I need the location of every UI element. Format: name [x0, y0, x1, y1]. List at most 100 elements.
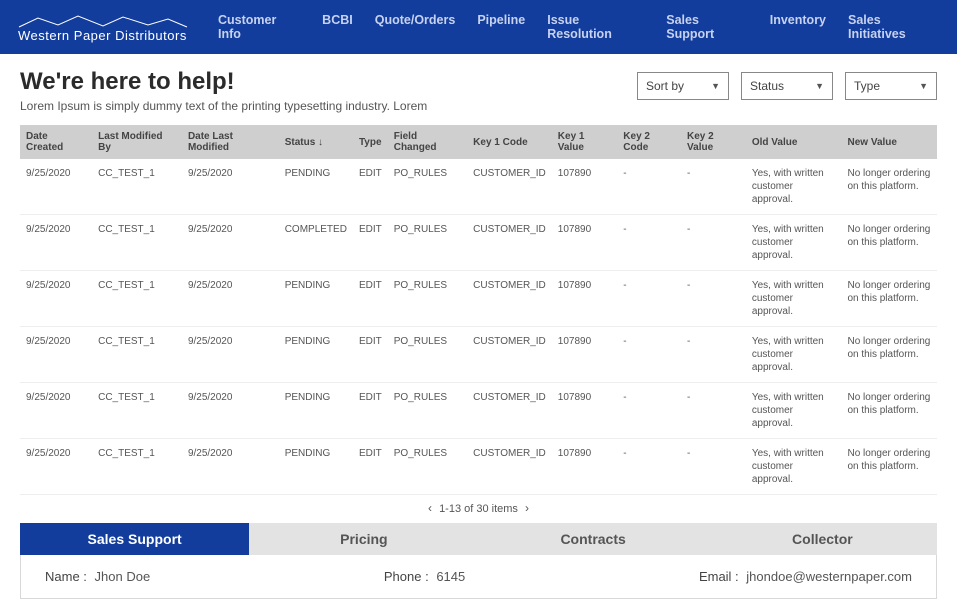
cell-new: No longer ordering on this platform.: [842, 159, 938, 215]
col-date-created[interactable]: Date Created: [20, 125, 92, 159]
cell-mod: 9/25/2020: [182, 215, 279, 271]
cell-date: 9/25/2020: [20, 271, 92, 327]
cell-k2v: -: [681, 439, 746, 495]
nav-sales-support[interactable]: Sales Support: [666, 13, 748, 41]
cell-new: No longer ordering on this platform.: [842, 215, 938, 271]
cell-new: No longer ordering on this platform.: [842, 439, 938, 495]
col-key2-code[interactable]: Key 2 Code: [617, 125, 681, 159]
cell-old: Yes, with written customer approval.: [746, 159, 842, 215]
col-new-value[interactable]: New Value: [842, 125, 938, 159]
cell-old: Yes, with written customer approval.: [746, 439, 842, 495]
cell-type: EDIT: [353, 159, 388, 215]
nav-sales-initiatives[interactable]: Sales Initiatives: [848, 13, 939, 41]
cell-mod: 9/25/2020: [182, 383, 279, 439]
cell-date: 9/25/2020: [20, 159, 92, 215]
chevron-down-icon: ▼: [711, 81, 720, 91]
cell-k1c: CUSTOMER_ID: [467, 271, 552, 327]
cell-date: 9/25/2020: [20, 215, 92, 271]
col-key1-value[interactable]: Key 1 Value: [552, 125, 618, 159]
col-status[interactable]: Status ↓: [279, 125, 353, 159]
cell-field: PO_RULES: [388, 383, 467, 439]
cell-k1c: CUSTOMER_ID: [467, 327, 552, 383]
cell-old: Yes, with written customer approval.: [746, 327, 842, 383]
cell-old: Yes, with written customer approval.: [746, 271, 842, 327]
table-row[interactable]: 9/25/2020CC_TEST_19/25/2020COMPLETEDEDIT…: [20, 215, 937, 271]
tab-contracts[interactable]: Contracts: [479, 523, 708, 555]
cell-new: No longer ordering on this platform.: [842, 327, 938, 383]
cell-k2c: -: [617, 327, 681, 383]
table-row[interactable]: 9/25/2020CC_TEST_19/25/2020PENDINGEDITPO…: [20, 159, 937, 215]
col-type[interactable]: Type: [353, 125, 388, 159]
chevron-down-icon: ▼: [815, 81, 824, 91]
col-last-modified-by[interactable]: Last Modified By: [92, 125, 182, 159]
cell-by: CC_TEST_1: [92, 327, 182, 383]
type-dropdown[interactable]: Type ▼: [845, 72, 937, 100]
cell-type: EDIT: [353, 327, 388, 383]
cell-type: EDIT: [353, 271, 388, 327]
col-date-last-modified[interactable]: Date Last Modified: [182, 125, 279, 159]
col-field-changed[interactable]: Field Changed: [388, 125, 467, 159]
nav-issue-resolution[interactable]: Issue Resolution: [547, 13, 644, 41]
pager: ‹ 1-13 of 30 items ›: [20, 501, 937, 515]
col-old-value[interactable]: Old Value: [746, 125, 842, 159]
nav-bcbi[interactable]: BCBI: [322, 13, 353, 41]
cell-k2c: -: [617, 383, 681, 439]
next-page-icon[interactable]: ›: [521, 501, 533, 515]
cell-type: EDIT: [353, 439, 388, 495]
cell-k2c: -: [617, 439, 681, 495]
top-nav: Western Paper Distributors Customer Info…: [0, 0, 957, 54]
tab-sales-support[interactable]: Sales Support: [20, 523, 249, 555]
status-label: Status: [750, 79, 784, 93]
col-key1-code[interactable]: Key 1 Code: [467, 125, 552, 159]
type-label: Type: [854, 79, 880, 93]
cell-by: CC_TEST_1: [92, 271, 182, 327]
cell-k2v: -: [681, 215, 746, 271]
cell-new: No longer ordering on this platform.: [842, 383, 938, 439]
page-title: We're here to help!: [20, 68, 427, 96]
table-row[interactable]: 9/25/2020CC_TEST_19/25/2020PENDINGEDITPO…: [20, 327, 937, 383]
tab-pricing[interactable]: Pricing: [249, 523, 478, 555]
contact-name-value: Jhon Doe: [95, 569, 151, 584]
brand-name: Western Paper Distributors: [18, 28, 187, 43]
cell-k2v: -: [681, 159, 746, 215]
cell-status: PENDING: [279, 271, 353, 327]
pager-text: 1-13 of 30 items: [439, 503, 518, 515]
cell-k1c: CUSTOMER_ID: [467, 383, 552, 439]
cell-field: PO_RULES: [388, 271, 467, 327]
cell-by: CC_TEST_1: [92, 159, 182, 215]
cell-k1v: 107890: [552, 327, 618, 383]
page-subtitle: Lorem Ipsum is simply dummy text of the …: [20, 99, 427, 113]
nav-pipeline[interactable]: Pipeline: [477, 13, 525, 41]
contact-phone-label: Phone :: [384, 569, 429, 584]
cell-k2c: -: [617, 271, 681, 327]
sort-dropdown[interactable]: Sort by ▼: [637, 72, 729, 100]
cell-k1c: CUSTOMER_ID: [467, 215, 552, 271]
cell-status: PENDING: [279, 439, 353, 495]
cell-by: CC_TEST_1: [92, 215, 182, 271]
cell-k1v: 107890: [552, 159, 618, 215]
contact-bar: Name : Jhon Doe Phone : 6145 Email : jho…: [20, 555, 937, 599]
cell-k1c: CUSTOMER_ID: [467, 159, 552, 215]
cell-field: PO_RULES: [388, 439, 467, 495]
nav-quote-orders[interactable]: Quote/Orders: [375, 13, 456, 41]
contact-email-value: jhondoe@westernpaper.com: [746, 569, 912, 584]
status-dropdown[interactable]: Status ▼: [741, 72, 833, 100]
tab-collector[interactable]: Collector: [708, 523, 937, 555]
cell-old: Yes, with written customer approval.: [746, 383, 842, 439]
nav-customer-info[interactable]: Customer Info: [218, 13, 300, 41]
sort-label: Sort by: [646, 79, 684, 93]
table-row[interactable]: 9/25/2020CC_TEST_19/25/2020PENDINGEDITPO…: [20, 383, 937, 439]
cell-k2v: -: [681, 383, 746, 439]
table-row[interactable]: 9/25/2020CC_TEST_19/25/2020PENDINGEDITPO…: [20, 271, 937, 327]
header-row: Date Created Last Modified By Date Last …: [20, 125, 937, 159]
prev-page-icon[interactable]: ‹: [424, 501, 436, 515]
table-row[interactable]: 9/25/2020CC_TEST_19/25/2020PENDINGEDITPO…: [20, 439, 937, 495]
cell-k2v: -: [681, 271, 746, 327]
cell-mod: 9/25/2020: [182, 439, 279, 495]
cell-k1v: 107890: [552, 271, 618, 327]
cell-mod: 9/25/2020: [182, 271, 279, 327]
nav-inventory[interactable]: Inventory: [770, 13, 826, 41]
cell-date: 9/25/2020: [20, 383, 92, 439]
contact-phone-value: 6145: [436, 569, 465, 584]
col-key2-value[interactable]: Key 2 Value: [681, 125, 746, 159]
